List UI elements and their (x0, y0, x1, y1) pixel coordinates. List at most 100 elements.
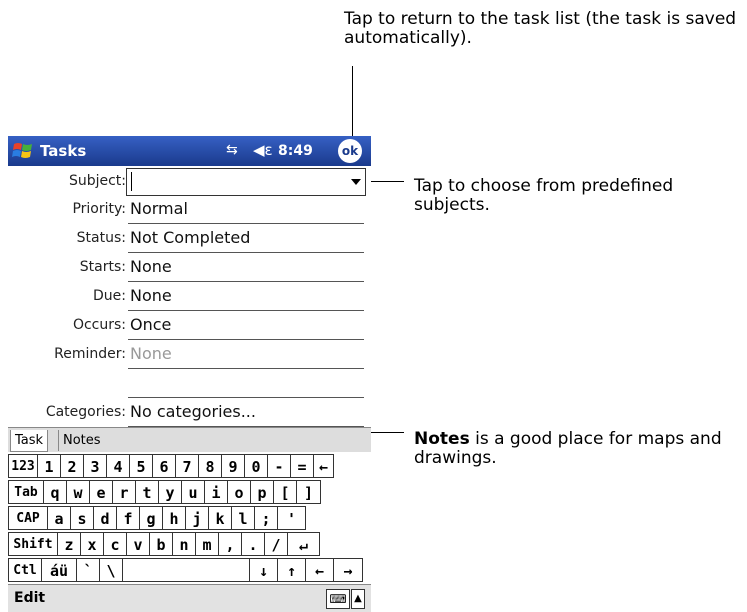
key[interactable]: , (218, 532, 242, 556)
starts-label: Starts: (79, 259, 126, 275)
status-value[interactable]: Not Completed (130, 228, 250, 247)
occurs-label: Occurs: (72, 317, 126, 333)
key[interactable]: c (103, 532, 127, 556)
key[interactable]: t (135, 480, 159, 504)
reminder-value[interactable]: None (130, 344, 172, 363)
key[interactable]: ↵ (287, 532, 320, 556)
key[interactable]: → (333, 558, 363, 582)
field-starts[interactable]: Starts: None (8, 254, 371, 282)
chevron-down-icon[interactable] (351, 179, 361, 185)
key[interactable]: 2 (60, 454, 84, 478)
field-reminder[interactable]: Reminder: None (8, 341, 371, 369)
key[interactable]: x (80, 532, 104, 556)
key[interactable]: v (126, 532, 150, 556)
field-underline (128, 252, 364, 253)
field-underline (128, 368, 364, 369)
key[interactable]: h (162, 506, 186, 530)
tab-notes[interactable]: Notes (58, 430, 105, 451)
key[interactable]: . (241, 532, 265, 556)
subject-input[interactable] (126, 168, 366, 196)
key[interactable]: 3 (83, 454, 107, 478)
volume-icon[interactable]: ◀ε (253, 141, 273, 159)
key[interactable]: 5 (129, 454, 153, 478)
key[interactable]: ↓ (249, 558, 278, 582)
occurs-value[interactable]: Once (130, 315, 171, 334)
key[interactable]: áü (41, 558, 77, 582)
input-selector-arrow[interactable]: ▲ (351, 589, 365, 609)
subject-label: Subject: (68, 173, 126, 189)
due-label: Due: (93, 288, 126, 304)
key[interactable]: m (195, 532, 219, 556)
key[interactable]: 4 (106, 454, 130, 478)
field-due[interactable]: Due: None (8, 283, 371, 311)
key[interactable]: 9 (221, 454, 245, 478)
key[interactable]: ↑ (277, 558, 306, 582)
key[interactable]: d (93, 506, 117, 530)
categories-value[interactable]: No categories... (130, 402, 256, 421)
key[interactable]: f (116, 506, 140, 530)
key[interactable]: ] (296, 480, 321, 504)
pocketpc-screen: Task s ⇆ ◀ε 8:49 ok Subject: Priority: No… (8, 136, 371, 612)
key[interactable]: g (139, 506, 163, 530)
field-underline (128, 397, 364, 398)
key[interactable]: y (158, 480, 182, 504)
key[interactable]: [ (273, 480, 297, 504)
key[interactable]: n (172, 532, 196, 556)
ok-button[interactable]: ok (338, 139, 362, 163)
key[interactable]: = (290, 454, 314, 478)
key[interactable]: j (185, 506, 209, 530)
key[interactable]: 123 (8, 454, 38, 478)
key[interactable]: ; (254, 506, 278, 530)
field-underline (128, 339, 364, 340)
key[interactable]: q (43, 480, 67, 504)
tab-bar: Task Notes (8, 427, 371, 452)
key[interactable]: k (208, 506, 232, 530)
key[interactable]: a (47, 506, 71, 530)
starts-value[interactable]: None (130, 257, 172, 276)
key[interactable]: e (89, 480, 113, 504)
key[interactable]: w (66, 480, 90, 504)
key[interactable]: u (181, 480, 205, 504)
key[interactable]: Shift (8, 532, 58, 556)
key[interactable]: Ctl (8, 558, 42, 582)
key[interactable]: s (70, 506, 94, 530)
menu-bar: Edit ⌨ ▲ (8, 584, 371, 612)
key[interactable]: z (57, 532, 81, 556)
keyboard-icon[interactable]: ⌨ (326, 589, 350, 609)
field-status[interactable]: Status: Not Completed (8, 225, 371, 253)
tab-task[interactable]: Task (10, 430, 49, 452)
windows-start-icon[interactable] (12, 140, 34, 162)
priority-value[interactable]: Normal (130, 199, 188, 218)
clock[interactable]: 8:49 (278, 143, 313, 159)
key[interactable]: 8 (198, 454, 222, 478)
key[interactable] (122, 558, 250, 582)
text-caret (131, 172, 132, 191)
key[interactable]: 7 (175, 454, 199, 478)
key[interactable]: b (149, 532, 173, 556)
key[interactable]: o (227, 480, 251, 504)
key[interactable]: r (112, 480, 136, 504)
key[interactable]: 1 (37, 454, 61, 478)
key[interactable]: CAP (8, 506, 48, 530)
connectivity-icon[interactable]: ⇆ (226, 142, 238, 158)
field-categories[interactable]: Categories: No categories... (8, 399, 371, 427)
due-value[interactable]: None (130, 286, 172, 305)
edit-menu[interactable]: Edit (14, 590, 45, 606)
key[interactable]: i (204, 480, 228, 504)
key[interactable]: \ (99, 558, 123, 582)
key[interactable]: 6 (152, 454, 176, 478)
key[interactable]: p (250, 480, 274, 504)
field-occurs[interactable]: Occurs: Once (8, 312, 371, 340)
key[interactable]: ` (76, 558, 100, 582)
key[interactable]: Tab (8, 480, 44, 504)
key[interactable]: 0 (244, 454, 268, 478)
key[interactable]: ' (277, 506, 306, 530)
field-underline (128, 281, 364, 282)
key[interactable]: - (267, 454, 291, 478)
key[interactable]: ← (313, 454, 334, 478)
priority-label: Priority: (72, 201, 126, 217)
key[interactable]: ← (305, 558, 334, 582)
key[interactable]: / (264, 532, 288, 556)
key[interactable]: l (231, 506, 255, 530)
field-priority[interactable]: Priority: Normal (8, 196, 371, 224)
